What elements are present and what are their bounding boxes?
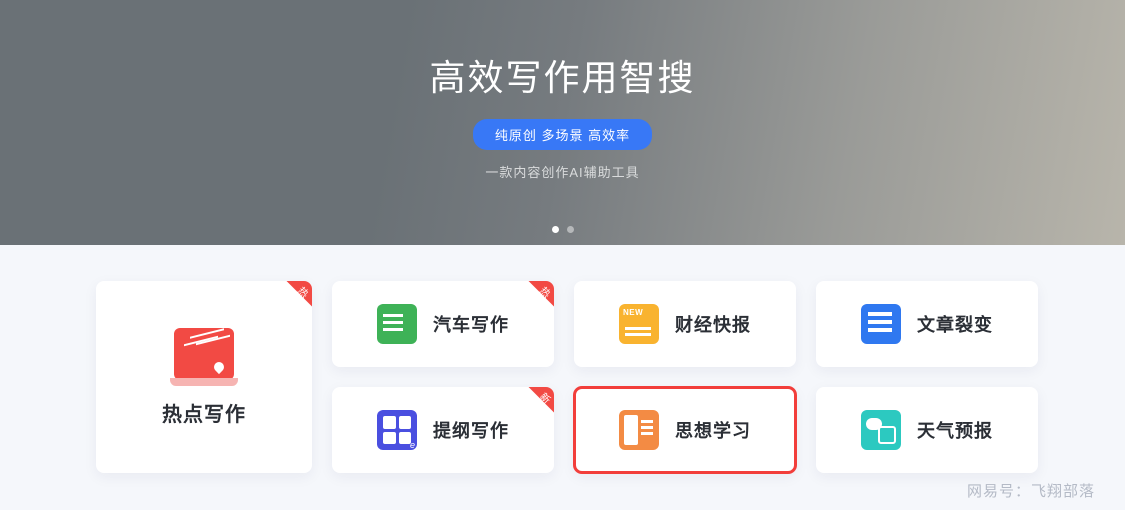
cloud-teal-icon — [861, 410, 901, 450]
hero-banner: 高效写作用智搜 纯原创 多场景 高效率 一款内容创作AI辅助工具 — [0, 0, 1125, 245]
ribbon-new: 新 — [520, 387, 554, 421]
card-label: 汽车写作 — [433, 311, 509, 337]
card-label: 文章裂变 — [917, 311, 993, 337]
card-article-split[interactable]: 文章裂变 — [816, 281, 1038, 367]
card-thought-study[interactable]: 思想学习 — [574, 387, 796, 473]
hero-title: 高效写作用智搜 — [429, 49, 695, 101]
book-orange-icon — [619, 410, 659, 450]
card-label: 热点写作 — [162, 398, 246, 427]
watermark-text: 网易号：飞翔部落 — [967, 480, 1095, 501]
ribbon-hot: 热 — [520, 281, 554, 315]
carousel-dot[interactable] — [552, 226, 559, 233]
card-label: 天气预报 — [917, 417, 993, 443]
new-badge-icon — [619, 304, 659, 344]
document-blue-icon — [861, 304, 901, 344]
hero-badge: 纯原创 多场景 高效率 — [473, 119, 652, 150]
grid-purple-icon — [377, 410, 417, 450]
ribbon-hot: 热 — [278, 281, 312, 315]
document-green-icon — [377, 304, 417, 344]
card-label: 思想学习 — [675, 417, 751, 443]
card-label: 提纲写作 — [433, 417, 509, 443]
card-car-writing[interactable]: 热 汽车写作 — [332, 281, 554, 367]
card-outline-writing[interactable]: 新 提纲写作 — [332, 387, 554, 473]
carousel-dots[interactable] — [552, 226, 574, 233]
carousel-dot[interactable] — [567, 226, 574, 233]
feature-grid: 热 热点写作 热 汽车写作 财经快报 文章裂变 新 提纲写作 思想学习 — [0, 245, 1125, 473]
card-finance-news[interactable]: 财经快报 — [574, 281, 796, 367]
hero-subtitle: 一款内容创作AI辅助工具 — [485, 162, 639, 181]
card-hot-writing[interactable]: 热 热点写作 — [96, 281, 312, 473]
card-weather-report[interactable]: 天气预报 — [816, 387, 1038, 473]
chart-flame-icon — [174, 328, 234, 380]
card-label: 财经快报 — [675, 311, 751, 337]
